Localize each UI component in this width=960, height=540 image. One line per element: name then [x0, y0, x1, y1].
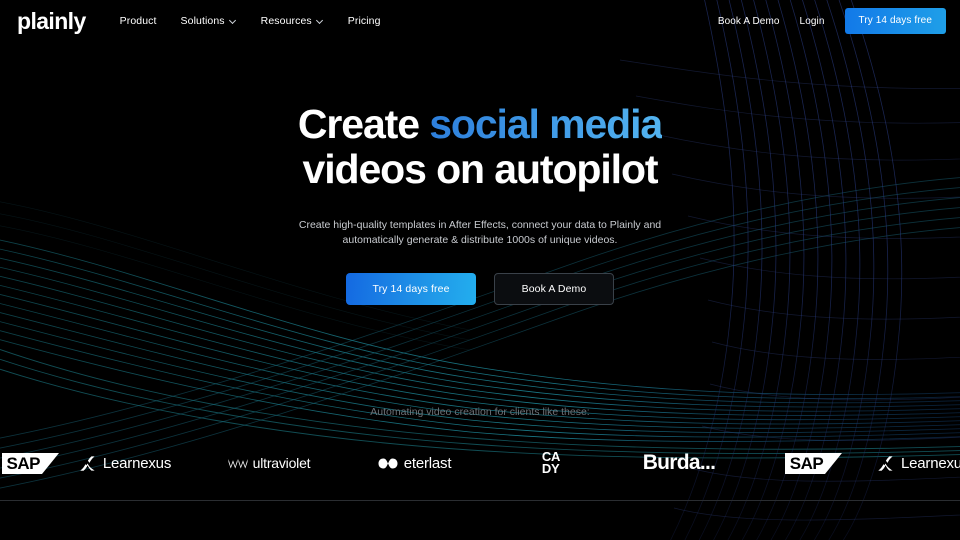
headline-accent: social media: [429, 101, 663, 147]
burda-wordmark: Burda...: [642, 451, 716, 474]
landing-page: plainly Product Solutions Resources Pric…: [0, 0, 960, 540]
nav-item-solutions-label: Solutions: [180, 15, 225, 27]
sap-wordmark: SAP: [1, 452, 60, 474]
login-link[interactable]: Login: [800, 16, 825, 27]
hero-book-demo-button[interactable]: Book A Demo: [494, 273, 614, 305]
ultraviolet-wave-icon: [228, 459, 248, 469]
learnexus-x-icon: [80, 455, 95, 471]
hero-trial-button[interactable]: Try 14 days free: [346, 273, 476, 305]
client-logo-ultraviolet: ultraviolet: [204, 440, 334, 486]
nav-item-solutions[interactable]: Solutions: [181, 15, 237, 27]
client-logo-carousel[interactable]: SAP Learnexus ultraviolet eterlast CA DY…: [0, 440, 960, 486]
hero-cta-row: Try 14 days free Book A Demo: [0, 273, 960, 305]
page-title: Create social media videos on autopilot: [0, 101, 960, 193]
nav-item-pricing-label: Pricing: [347, 15, 381, 27]
clients-caption: Automating video creation for clients li…: [370, 406, 590, 418]
ultraviolet-wordmark: ultraviolet: [252, 455, 311, 471]
nav-trial-button[interactable]: Try 14 days free: [844, 8, 946, 34]
client-logo-cady: CA DY: [501, 440, 601, 486]
eterlast-wordmark: eterlast: [403, 454, 452, 472]
book-a-demo-link[interactable]: Book A Demo: [718, 16, 780, 27]
hero-section: Create social media videos on autopilot …: [0, 101, 960, 305]
nav-item-resources-label: Resources: [260, 15, 312, 27]
section-divider: [0, 500, 960, 501]
brand-logo[interactable]: plainly: [17, 9, 86, 33]
nav-item-product-label: Product: [119, 15, 157, 27]
client-logo-sap: SAP: [755, 440, 855, 486]
learnexus-x-icon: [878, 455, 893, 471]
client-logo-sap: SAP: [0, 440, 60, 486]
chevron-down-icon: [230, 17, 237, 24]
chevron-down-icon: [317, 17, 324, 24]
client-logo-learnexus: Learnexus: [877, 440, 960, 486]
learnexus-wordmark: Learnexus: [102, 454, 172, 472]
sap-wordmark: SAP: [784, 452, 843, 474]
headline-line-two: videos on autopilot: [302, 146, 659, 193]
cady-wordmark-line2: DY: [541, 461, 560, 476]
hero-subheadline: Create high-quality templates in After E…: [298, 219, 662, 247]
primary-nav-links: Product Solutions Resources Pricing: [120, 15, 381, 27]
client-logo-burda: Burda...: [619, 440, 739, 486]
eterlast-infinity-icon: [378, 458, 398, 468]
headline-lead: Create: [297, 101, 430, 147]
top-navigation-bar: plainly Product Solutions Resources Pric…: [0, 0, 960, 42]
learnexus-wordmark: Learnexus: [901, 454, 960, 472]
nav-actions: Book A Demo Login Try 14 days free: [718, 8, 946, 34]
client-logo-learnexus: Learnexus: [60, 440, 190, 486]
nav-item-product[interactable]: Product: [120, 15, 157, 27]
nav-item-pricing[interactable]: Pricing: [348, 15, 381, 27]
client-logo-eterlast: eterlast: [352, 440, 477, 486]
nav-item-resources[interactable]: Resources: [261, 15, 324, 27]
